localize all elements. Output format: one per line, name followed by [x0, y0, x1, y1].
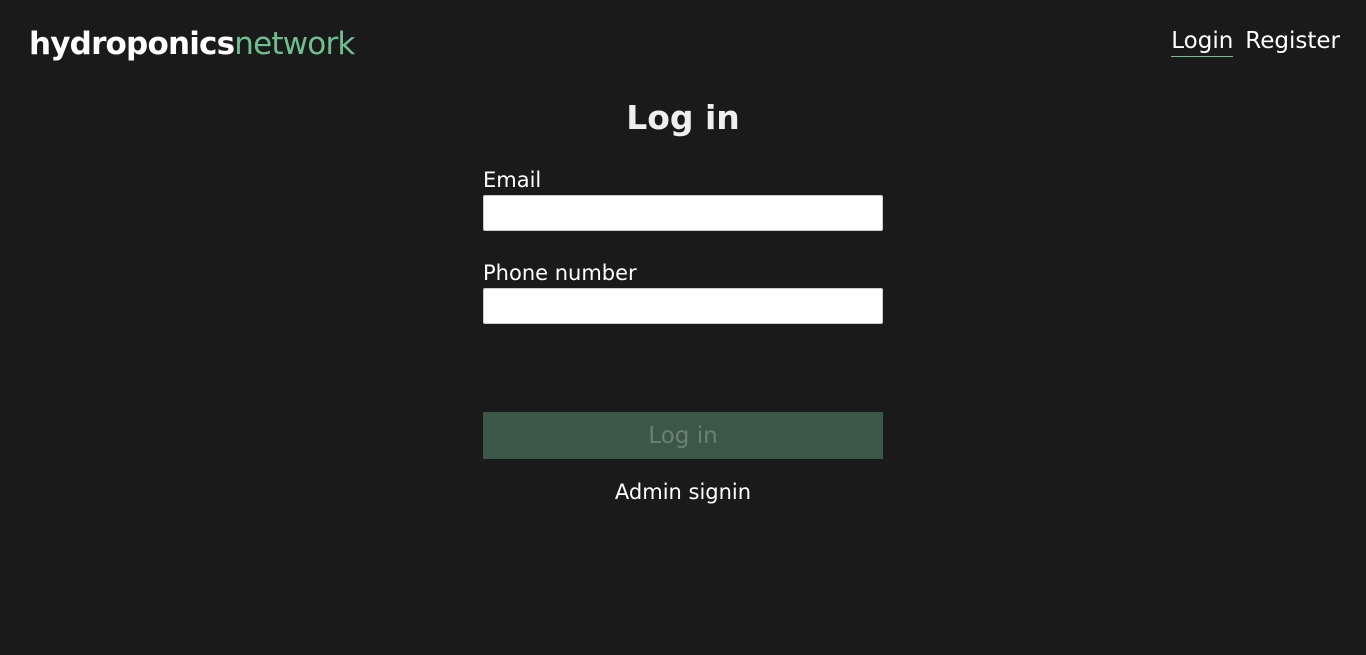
- page-title: Log in: [626, 98, 740, 137]
- phone-field[interactable]: [483, 288, 883, 324]
- brand-logo-primary: hydroponics: [29, 26, 235, 62]
- phone-label: Phone number: [483, 261, 637, 285]
- login-button[interactable]: Log in: [483, 412, 883, 459]
- admin-signin-link[interactable]: Admin signin: [615, 480, 751, 504]
- admin-signin-container: Admin signin: [0, 478, 1366, 506]
- email-field[interactable]: [483, 195, 883, 231]
- nav-register-link[interactable]: Register: [1245, 26, 1340, 57]
- brand-logo[interactable]: hydroponicsnetwork: [29, 24, 355, 64]
- email-label: Email: [483, 168, 542, 192]
- top-nav: Login Register: [1171, 26, 1340, 57]
- brand-logo-secondary: network: [234, 26, 355, 62]
- nav-login-link[interactable]: Login: [1171, 26, 1234, 57]
